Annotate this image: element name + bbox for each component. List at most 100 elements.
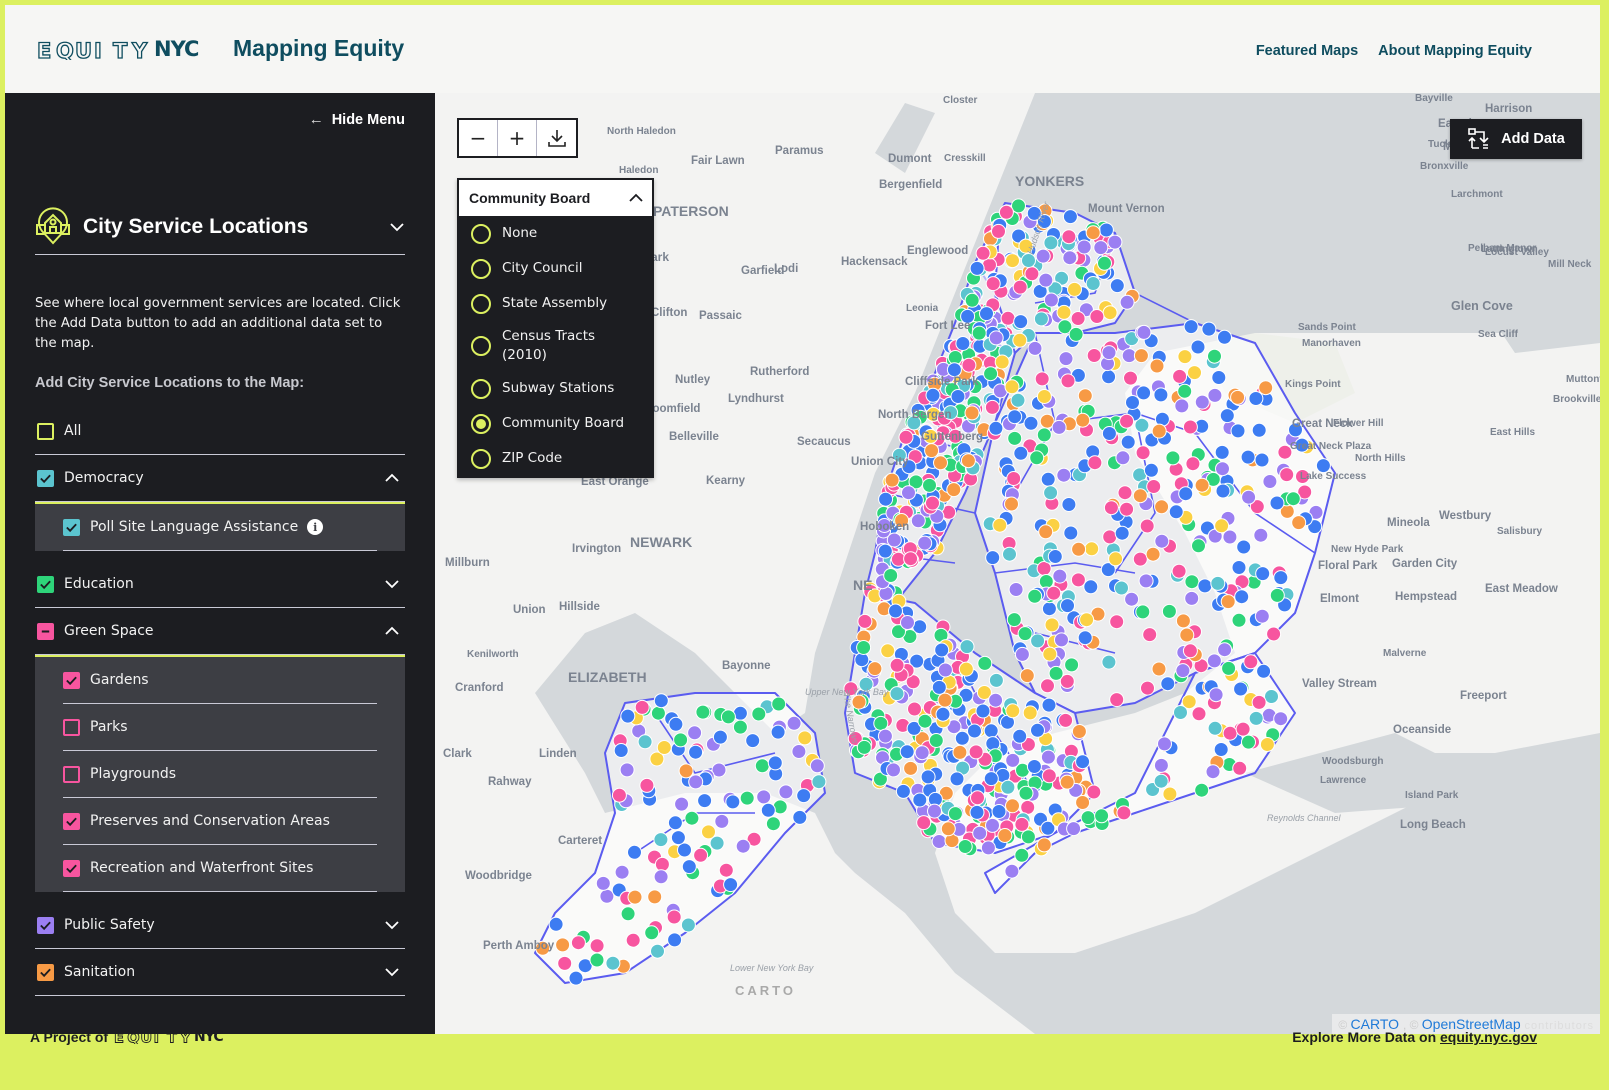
service-location-point[interactable] bbox=[1154, 499, 1170, 515]
service-location-point[interactable] bbox=[1061, 229, 1077, 245]
service-location-point[interactable] bbox=[856, 640, 872, 655]
boundary-option-zip-code[interactable]: ZIP Code bbox=[459, 441, 652, 476]
service-location-point[interactable] bbox=[739, 790, 755, 806]
service-location-point[interactable] bbox=[1190, 339, 1206, 355]
service-location-point[interactable] bbox=[1094, 808, 1110, 824]
service-location-point[interactable] bbox=[1060, 598, 1075, 614]
service-location-point[interactable] bbox=[1173, 705, 1188, 720]
service-location-point[interactable] bbox=[1135, 445, 1151, 461]
service-location-point[interactable] bbox=[1119, 294, 1135, 310]
service-location-point[interactable] bbox=[1273, 570, 1289, 586]
service-location-point[interactable] bbox=[983, 366, 999, 382]
add-data-button[interactable]: Add Data bbox=[1450, 119, 1582, 159]
service-location-point[interactable] bbox=[1124, 591, 1140, 607]
service-location-point[interactable] bbox=[792, 809, 808, 825]
service-location-point[interactable] bbox=[1060, 373, 1076, 389]
service-location-point[interactable] bbox=[595, 875, 611, 891]
service-location-point[interactable] bbox=[1107, 234, 1123, 250]
service-location-point[interactable] bbox=[964, 292, 980, 308]
service-location-point[interactable] bbox=[901, 485, 916, 501]
service-location-point[interactable] bbox=[1040, 678, 1055, 694]
radio-icon[interactable] bbox=[471, 293, 491, 314]
service-location-point[interactable] bbox=[947, 806, 963, 822]
footer-equity-logo[interactable]: EQUITY NYC bbox=[114, 1029, 224, 1045]
service-location-point[interactable] bbox=[1085, 276, 1101, 291]
subcategory-playgrounds[interactable]: Playgrounds bbox=[63, 751, 377, 798]
service-location-point[interactable] bbox=[946, 362, 962, 378]
service-location-point[interactable] bbox=[1077, 630, 1093, 646]
boundary-option-state-assembly[interactable]: State Assembly bbox=[459, 286, 652, 321]
service-location-point[interactable] bbox=[988, 330, 1004, 346]
service-location-point[interactable] bbox=[1005, 752, 1021, 768]
service-location-point[interactable] bbox=[1051, 419, 1067, 435]
service-location-point[interactable] bbox=[925, 495, 940, 511]
service-location-point[interactable] bbox=[1182, 419, 1198, 435]
service-location-point[interactable] bbox=[1066, 821, 1082, 837]
service-location-point[interactable] bbox=[895, 783, 911, 799]
service-location-point[interactable] bbox=[883, 568, 899, 583]
service-location-point[interactable] bbox=[1175, 663, 1191, 679]
service-location-point[interactable] bbox=[725, 794, 741, 810]
service-location-point[interactable] bbox=[1291, 515, 1307, 531]
service-location-point[interactable] bbox=[1042, 646, 1058, 662]
service-location-point[interactable] bbox=[557, 955, 573, 971]
service-location-point[interactable] bbox=[933, 455, 948, 471]
service-location-point[interactable] bbox=[1194, 477, 1210, 493]
service-location-point[interactable] bbox=[1108, 551, 1124, 567]
service-location-point[interactable] bbox=[914, 745, 930, 761]
service-location-point[interactable] bbox=[1018, 785, 1034, 801]
service-location-point[interactable] bbox=[1153, 757, 1169, 773]
service-location-point[interactable] bbox=[970, 790, 985, 806]
service-location-point[interactable] bbox=[1266, 626, 1282, 642]
radio-icon[interactable] bbox=[471, 336, 491, 356]
service-location-point[interactable] bbox=[1014, 646, 1030, 662]
service-location-point[interactable] bbox=[1182, 643, 1198, 659]
service-location-point[interactable] bbox=[1109, 278, 1125, 294]
radio-icon[interactable] bbox=[471, 378, 491, 399]
service-location-point[interactable] bbox=[1285, 491, 1301, 507]
service-location-point[interactable] bbox=[653, 832, 669, 848]
service-location-point[interactable] bbox=[998, 204, 1014, 220]
service-location-point[interactable] bbox=[701, 824, 716, 840]
service-location-point[interactable] bbox=[667, 815, 683, 831]
service-location-point[interactable] bbox=[1087, 455, 1103, 471]
service-location-point[interactable] bbox=[1064, 657, 1080, 673]
service-location-point[interactable] bbox=[931, 834, 947, 849]
service-location-point[interactable] bbox=[1079, 612, 1095, 628]
service-location-point[interactable] bbox=[653, 693, 669, 709]
service-location-point[interactable] bbox=[1036, 427, 1052, 443]
service-location-point[interactable] bbox=[1035, 248, 1051, 264]
service-location-point[interactable] bbox=[1184, 574, 1200, 590]
service-location-point[interactable] bbox=[1185, 456, 1201, 472]
service-location-point[interactable] bbox=[720, 709, 736, 725]
service-location-point[interactable] bbox=[1135, 604, 1151, 620]
service-location-point[interactable] bbox=[899, 744, 915, 760]
service-location-point[interactable] bbox=[880, 643, 896, 659]
service-location-point[interactable] bbox=[964, 405, 980, 421]
chevron-down-icon[interactable] bbox=[384, 917, 400, 933]
service-location-point[interactable] bbox=[917, 713, 933, 729]
boundary-option-subway-stations[interactable]: Subway Stations bbox=[459, 371, 652, 406]
service-location-point[interactable] bbox=[1146, 479, 1162, 494]
nav-about-mapping-equity[interactable]: About Mapping Equity bbox=[1378, 43, 1532, 59]
service-location-point[interactable] bbox=[984, 399, 1000, 415]
service-location-point[interactable] bbox=[1006, 471, 1022, 486]
service-location-point[interactable] bbox=[1258, 380, 1274, 396]
service-location-point[interactable] bbox=[1006, 612, 1022, 628]
service-location-point[interactable] bbox=[979, 306, 994, 322]
service-location-point[interactable] bbox=[678, 763, 694, 779]
service-location-point[interactable] bbox=[568, 970, 584, 986]
service-location-point[interactable] bbox=[1004, 863, 1020, 879]
service-location-point[interactable] bbox=[732, 719, 748, 735]
service-location-point[interactable] bbox=[656, 740, 672, 755]
service-location-point[interactable] bbox=[1191, 706, 1207, 722]
service-location-point[interactable] bbox=[922, 477, 937, 493]
service-location-point[interactable] bbox=[745, 733, 761, 749]
service-location-point[interactable] bbox=[1004, 496, 1019, 512]
service-location-point[interactable] bbox=[916, 815, 932, 831]
service-location-point[interactable] bbox=[680, 917, 696, 933]
service-location-point[interactable] bbox=[1179, 627, 1195, 643]
checkbox-all[interactable] bbox=[37, 422, 54, 440]
service-location-point[interactable] bbox=[1102, 529, 1118, 545]
service-location-point[interactable] bbox=[900, 615, 915, 630]
